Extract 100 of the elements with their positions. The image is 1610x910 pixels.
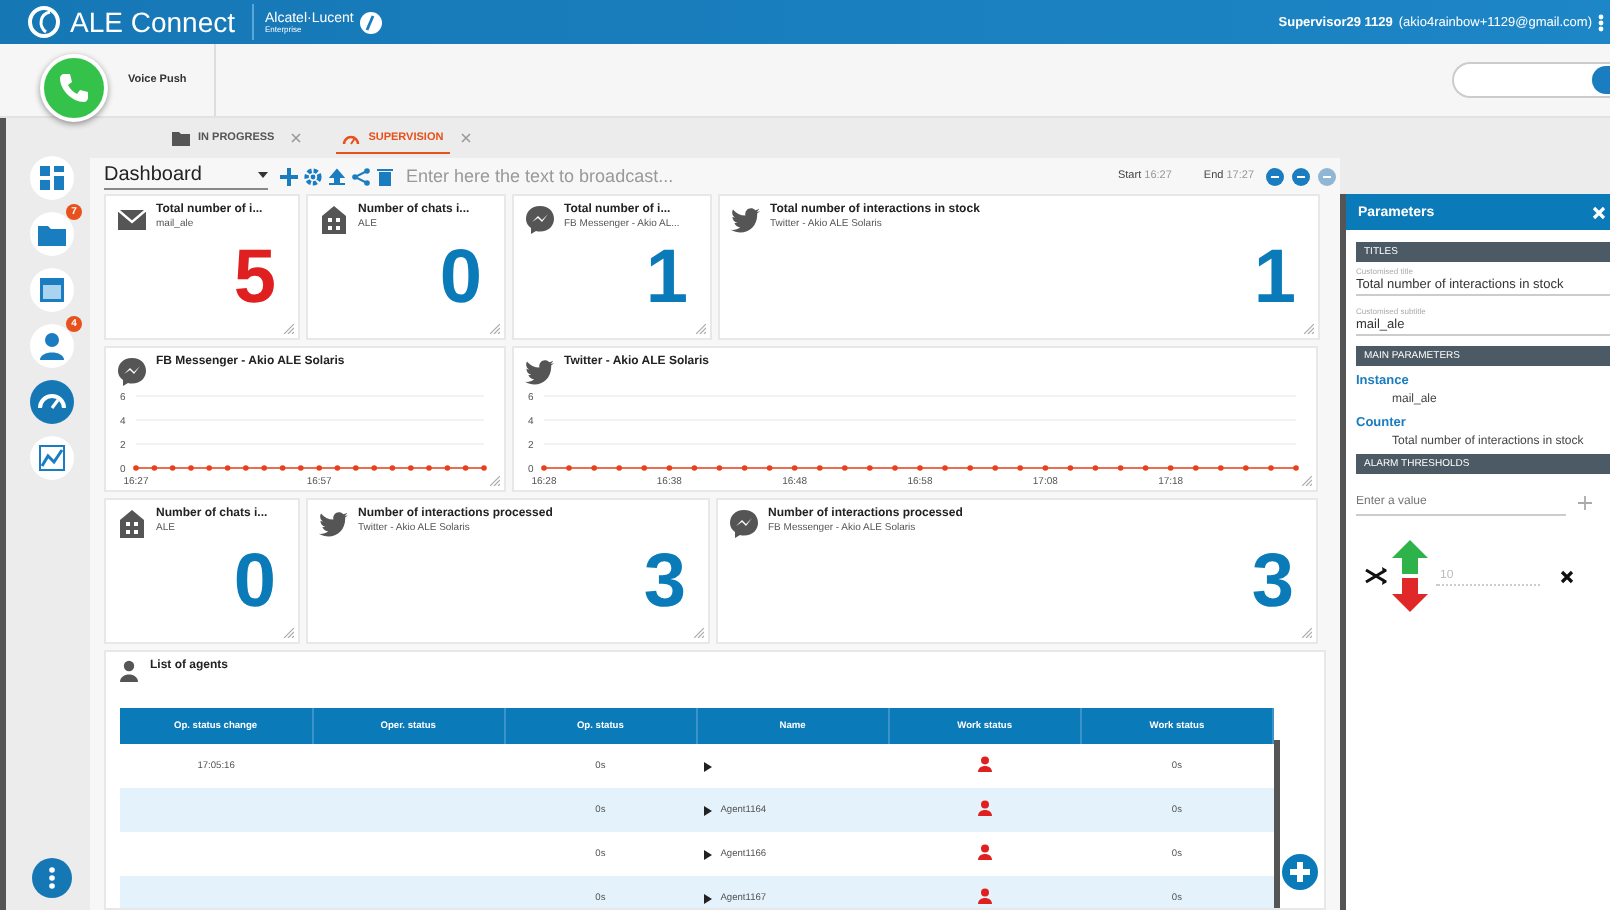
data-point — [992, 465, 998, 471]
app-logo-icon — [28, 6, 60, 38]
data-point — [716, 465, 723, 471]
resize-grip-icon[interactable] — [1304, 324, 1314, 334]
counter-value: 1 — [645, 240, 690, 316]
counter-value: 0 — [233, 544, 278, 620]
counter-value: 0 — [439, 240, 484, 316]
up-down-arrows-icon[interactable] — [1392, 540, 1428, 612]
expand-icon[interactable] — [704, 805, 713, 815]
data-point — [741, 465, 748, 471]
resize-grip-icon[interactable] — [694, 628, 704, 638]
data-point — [408, 465, 414, 471]
data-point — [1293, 465, 1299, 471]
settings-icon[interactable] — [304, 167, 322, 185]
data-point — [169, 465, 176, 471]
dashboard-select[interactable]: Dashboard — [104, 163, 268, 189]
counter-value: 3 — [643, 544, 688, 620]
resize-grip-icon[interactable] — [284, 324, 294, 334]
add-icon — [1288, 860, 1312, 884]
scrollbar[interactable] — [1274, 740, 1280, 908]
trash-icon[interactable] — [376, 167, 394, 185]
data-point — [426, 465, 432, 471]
share-icon[interactable] — [352, 167, 370, 185]
data-point — [1067, 465, 1074, 471]
data-point — [206, 465, 212, 471]
resize-grip-icon[interactable] — [490, 476, 500, 486]
data-point — [892, 465, 898, 471]
data-point — [566, 465, 572, 471]
expand-icon[interactable] — [704, 761, 713, 771]
data-point — [942, 465, 948, 471]
expand-icon[interactable] — [704, 849, 713, 859]
add-button[interactable] — [1280, 852, 1320, 892]
data-point — [353, 465, 359, 471]
expand-icon[interactable] — [704, 893, 713, 903]
bird-icon — [318, 508, 350, 540]
data-point — [591, 465, 597, 471]
more-icon — [48, 866, 56, 890]
data-point — [334, 465, 341, 471]
data-point — [188, 465, 194, 471]
upload-icon[interactable] — [328, 167, 346, 185]
data-point — [1142, 465, 1149, 471]
close-icon[interactable] — [459, 132, 472, 144]
data-point — [842, 465, 848, 471]
data-point — [298, 465, 304, 471]
data-point — [1218, 465, 1224, 471]
data-point — [151, 465, 158, 471]
resize-grip-icon[interactable] — [1302, 476, 1312, 486]
search-field[interactable] — [1452, 62, 1610, 98]
data-point — [1268, 465, 1274, 471]
sidebar-button[interactable] — [30, 156, 74, 200]
data-point — [279, 465, 286, 471]
sidebar-button[interactable] — [30, 268, 74, 312]
messenger-icon — [116, 356, 148, 388]
app-name: ALE Connect — [70, 6, 235, 38]
data-point — [641, 465, 647, 471]
data-point — [691, 465, 698, 471]
data-point — [1092, 465, 1099, 471]
data-point — [481, 465, 487, 471]
messenger-icon — [524, 204, 556, 236]
messenger-icon — [728, 508, 760, 540]
data-point — [462, 465, 469, 471]
data-point — [389, 465, 396, 471]
data-point — [1117, 465, 1124, 471]
bird-icon — [524, 356, 556, 388]
sidebar-button[interactable] — [30, 380, 74, 424]
sidebar-button[interactable] — [30, 436, 74, 480]
counter-value: 1 — [1253, 240, 1298, 316]
mail-icon — [116, 204, 148, 236]
data-point — [1167, 465, 1174, 471]
dashboard-icon — [36, 162, 68, 194]
add-icon[interactable] — [1578, 496, 1592, 510]
zoom-out-icon[interactable] — [1266, 167, 1284, 185]
resize-grip-icon[interactable] — [284, 628, 294, 638]
data-point — [766, 465, 773, 471]
data-point — [1243, 465, 1249, 471]
data-point — [541, 465, 547, 471]
more-button[interactable] — [32, 858, 72, 898]
resize-grip-icon[interactable] — [1302, 628, 1312, 638]
resize-grip-icon[interactable] — [490, 324, 500, 334]
data-point — [967, 465, 973, 471]
phone-icon — [58, 72, 90, 104]
delete-icon[interactable] — [1560, 569, 1574, 583]
building-icon — [116, 508, 148, 540]
close-icon[interactable] — [290, 132, 303, 144]
brand-logo-icon — [359, 11, 382, 33]
data-point — [224, 465, 231, 471]
broadcast-field[interactable]: Enter here the text to broadcast... — [406, 166, 966, 186]
person-icon — [36, 330, 68, 362]
data-point — [1042, 465, 1049, 471]
add-icon[interactable] — [280, 167, 298, 185]
data-point — [371, 465, 377, 471]
data-point — [316, 465, 322, 471]
resize-grip-icon[interactable] — [696, 324, 706, 334]
swap-icon[interactable] — [1364, 566, 1388, 586]
building-icon — [318, 204, 350, 236]
menu-icon[interactable] — [1598, 13, 1604, 31]
data-point — [444, 465, 451, 471]
data-point — [666, 465, 673, 471]
phone-button[interactable] — [40, 54, 108, 122]
data-point — [867, 465, 873, 471]
